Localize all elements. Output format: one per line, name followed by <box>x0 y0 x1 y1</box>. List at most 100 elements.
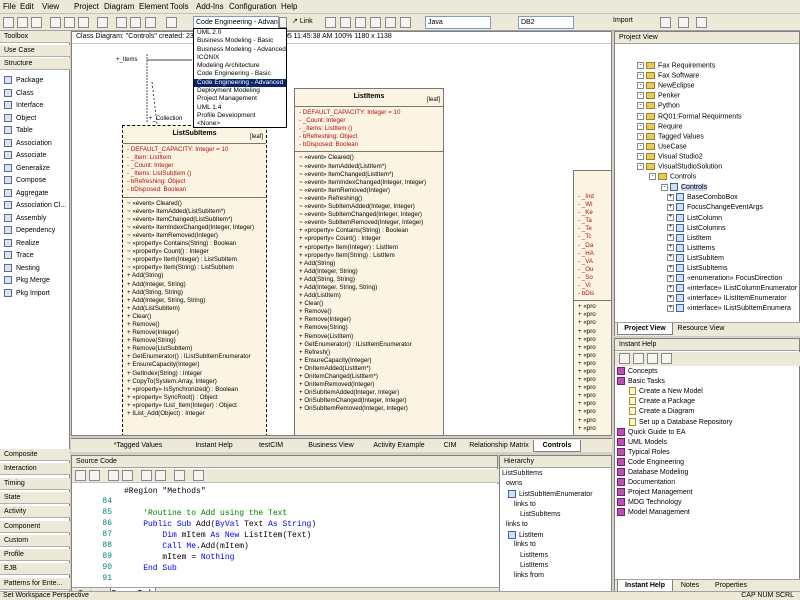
help-topic[interactable]: Typical Roles <box>617 447 670 458</box>
menu-edit[interactable]: Edit <box>20 2 34 11</box>
menu-add-ins[interactable]: Add-Ins <box>196 2 224 11</box>
fill-icon[interactable] <box>340 17 351 28</box>
operation-row[interactable]: + Add(ListSubItem) <box>123 305 266 313</box>
toolbox-item[interactable]: Pkg Import <box>4 288 68 301</box>
operation-row[interactable]: + «pro <box>574 417 611 425</box>
menu-diagram[interactable]: Diagram <box>104 2 134 11</box>
menu-element[interactable]: Element <box>139 2 168 11</box>
toolbox-section[interactable]: Profile <box>0 549 70 562</box>
code-line[interactable]: Public Sub Add(ByVal Text As String) <box>124 519 316 530</box>
operation-row[interactable]: + OnItemChanged(ListItem*) <box>295 373 443 381</box>
code-line[interactable]: End Sub <box>124 563 177 574</box>
toolbox-section[interactable]: State <box>0 491 70 504</box>
project-tree-row[interactable]: + ListItems <box>667 243 715 254</box>
operation-row[interactable]: + «pro <box>574 328 611 336</box>
attribute-row[interactable]: - bRefreshing: Object <box>295 133 443 141</box>
operation-row[interactable]: ~ «property» Count() : Integer <box>123 248 266 256</box>
operation-row[interactable]: ~ «property» Item(Integer) : ListSubItem <box>123 256 266 264</box>
operation-row[interactable]: + «pro <box>574 384 611 392</box>
attribute-row[interactable]: - _Wi <box>574 201 611 209</box>
hierarchy-row[interactable]: links from <box>514 572 544 582</box>
operation-row[interactable]: + «pro <box>574 311 611 319</box>
operation-row[interactable]: ~ «event» ItemIndexChanged(Integer, Inte… <box>295 179 443 187</box>
box-icon[interactable] <box>325 17 336 28</box>
perspective-option[interactable]: Code Engineering - Basic <box>194 70 286 78</box>
tab-diagram[interactable]: *Tagged Values <box>93 440 183 452</box>
toolbox-item[interactable]: Interface <box>4 101 68 113</box>
toolbox-item[interactable]: Association <box>4 138 68 151</box>
operation-row[interactable]: + «pro <box>574 408 611 416</box>
help-topic[interactable]: MDG Technology <box>617 498 682 508</box>
class-listitems[interactable]: ListItems [leaf] - DEFAULT_CAPACITY: Integ… <box>294 88 444 435</box>
expand-toggle[interactable]: + <box>667 214 674 221</box>
expand-toggle[interactable]: - <box>637 152 644 160</box>
operation-row[interactable]: ~ «event» ItemRemoved(Integer) <box>295 187 443 195</box>
expand-toggle[interactable]: + <box>667 203 674 211</box>
operation-row[interactable]: + CopyTo(System.Array, Integer) <box>123 378 266 386</box>
toolbox-item[interactable]: Table <box>4 126 68 138</box>
operation-row[interactable]: ~ «event» Cleared() <box>123 200 266 208</box>
expand-toggle[interactable]: + <box>667 284 674 292</box>
toolbox-section[interactable]: EJB <box>0 563 70 576</box>
operation-row[interactable]: + «pro <box>574 360 611 368</box>
perspective-option[interactable]: UML 2.0 <box>194 29 286 37</box>
project-tree-row[interactable]: + «interface» IListSubItemEnumera <box>667 304 791 314</box>
operation-row[interactable]: + EnsureCapacity(Integer) <box>123 361 266 369</box>
operation-row[interactable]: + OnSubItemChanged(Integer, Integer) <box>295 397 443 405</box>
expand-toggle[interactable]: + <box>667 224 674 232</box>
toolbox-section[interactable]: Patterns for Ente... <box>0 577 70 590</box>
code-line[interactable]: Dim mItem As New ListItem(Text) <box>124 530 311 541</box>
expand-toggle[interactable]: - <box>637 132 644 140</box>
tab-diagram[interactable]: Activity Example <box>365 440 433 452</box>
project-tree-row[interactable]: - Require <box>637 122 683 133</box>
grid-icon[interactable] <box>145 17 156 28</box>
project-tree-row[interactable]: - Tagged Values <box>637 132 704 143</box>
toolbox-section[interactable]: Interaction <box>0 463 70 476</box>
attribute-row[interactable]: - DEFAULT_CAPACITY: Integer = 10 <box>123 146 266 154</box>
operation-row[interactable]: + Add(String) <box>123 272 266 280</box>
import-button[interactable]: Import <box>613 17 633 24</box>
project-tree-row[interactable]: + ListColumns <box>667 223 726 234</box>
tab-project-view[interactable]: Resource View <box>673 323 729 335</box>
reload-icon[interactable] <box>89 470 100 481</box>
attribute-row[interactable]: - _Ou <box>574 266 611 274</box>
toolbox-item[interactable]: Associate <box>4 151 68 163</box>
project-tree-row[interactable]: - VisualStudioSolution <box>637 163 722 173</box>
attribute-row[interactable]: - bRefreshing: Object <box>123 178 266 186</box>
text-icon[interactable] <box>355 17 366 28</box>
attribute-row[interactable]: - _HA <box>574 250 611 258</box>
expand-toggle[interactable]: + <box>667 294 674 302</box>
operation-row[interactable]: + EnsureCapacity(Integer) <box>295 357 443 365</box>
code-line[interactable]: 'Routine to Add using the Text <box>124 508 287 519</box>
project-tree-row[interactable]: - Fax Requirements <box>637 62 715 72</box>
tab-diagram[interactable]: Business View <box>299 440 363 452</box>
operation-row[interactable]: + «pro <box>574 319 611 327</box>
perspective-option[interactable]: Code Engineering - Advanced <box>194 78 286 88</box>
operation-row[interactable]: ~ «event» SubItemChanged(Integer, Intege… <box>295 211 443 219</box>
project-tree-row[interactable]: + ListColumn <box>667 213 722 224</box>
operation-row[interactable]: + OnSubItemRemoved(Integer, Integer) <box>295 405 443 413</box>
operation-row[interactable]: + «pro <box>574 336 611 344</box>
menu-project[interactable]: Project <box>74 2 99 11</box>
project-tree-row[interactable]: - Controls <box>649 173 696 183</box>
copy-icon[interactable] <box>141 470 152 481</box>
expand-toggle[interactable]: - <box>637 72 644 80</box>
project-tree-row[interactable]: - RQ01:Formal Requirments <box>637 112 742 123</box>
help-topic[interactable]: Create a Package <box>629 397 695 407</box>
print-icon[interactable] <box>108 470 119 481</box>
hierarchy-row[interactable]: ListSubItemEnumerator <box>508 490 593 500</box>
operation-row[interactable]: ~ «event» ItemAdded(ListSubItem*) <box>123 208 266 216</box>
operation-row[interactable]: + IList_Add(Object) : Integer <box>123 410 266 418</box>
generate-icon[interactable] <box>678 17 689 28</box>
attribute-row[interactable]: - _Ke <box>574 209 611 217</box>
chevron-down-icon[interactable] <box>279 17 287 28</box>
attribute-row[interactable]: - _Te <box>574 225 611 233</box>
code-line[interactable]: Call Me.Add(mItem) <box>124 541 248 552</box>
operation-row[interactable]: + Add(Integer, String) <box>123 281 266 289</box>
toolbox-item[interactable]: Object <box>4 113 68 126</box>
operation-row[interactable]: + «property» Count() : Integer <box>295 235 443 243</box>
hierarchy-row[interactable]: ListItems <box>520 552 548 562</box>
toolbox-item[interactable]: Package <box>4 76 68 88</box>
operation-row[interactable]: ~ «event» ItemAdded(ListItem*) <box>295 163 443 171</box>
help-topic[interactable]: Database Modeling <box>617 468 688 478</box>
